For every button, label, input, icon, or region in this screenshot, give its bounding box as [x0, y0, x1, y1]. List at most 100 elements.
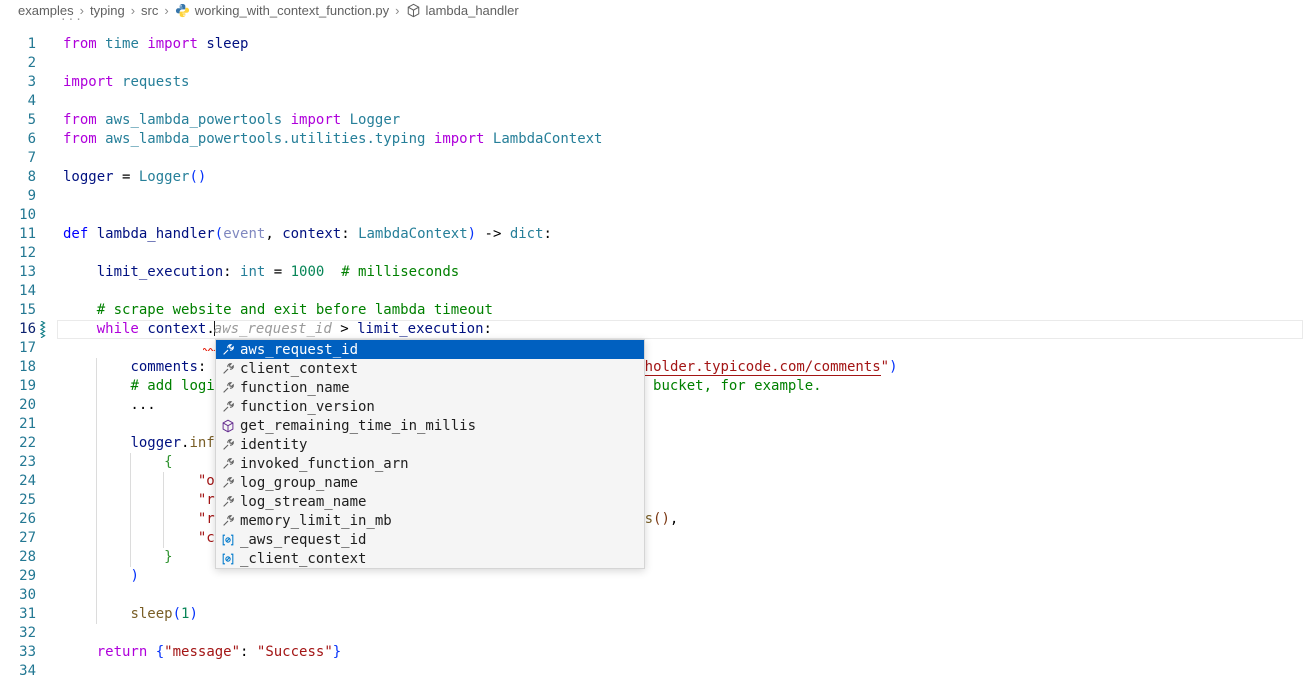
code-line-11[interactable]: 11def lambda_handler(event, context: Lam… [0, 225, 1303, 244]
line-content: ... [63, 397, 156, 413]
line-number-13[interactable]: 13 [0, 263, 36, 282]
code-line-23[interactable]: 23 { [0, 453, 1303, 472]
line-number-24[interactable]: 24 [0, 472, 36, 491]
indent-guide [96, 377, 97, 396]
code-line-12[interactable]: 12 [0, 244, 1303, 263]
line-number-34[interactable]: 34 [0, 662, 36, 681]
code-line-24[interactable]: 24 "operation": "scrape", [0, 472, 1303, 491]
line-number-33[interactable]: 33 [0, 643, 36, 662]
line-number-12[interactable]: 12 [0, 244, 36, 263]
line-number-19[interactable]: 19 [0, 377, 36, 396]
symbol-property-icon [220, 361, 236, 377]
line-number-15[interactable]: 15 [0, 301, 36, 320]
line-number-11[interactable]: 11 [0, 225, 36, 244]
suggestion-item-function_name[interactable]: function_name [216, 378, 644, 397]
line-number-7[interactable]: 7 [0, 149, 36, 168]
breadcrumb-item-typing[interactable]: typing [90, 3, 125, 18]
indent-guide [163, 472, 164, 491]
suggestion-item-get_remaining_time_in_millis[interactable]: get_remaining_time_in_millis [216, 416, 644, 435]
line-content: logger = Logger() [63, 169, 206, 185]
line-number-6[interactable]: 6 [0, 130, 36, 149]
line-number-16[interactable]: 16 [0, 320, 36, 339]
code-line-2[interactable]: 2 [0, 54, 1303, 73]
code-line-6[interactable]: 6from aws_lambda_powertools.utilities.ty… [0, 130, 1303, 149]
symbol-property-icon [220, 437, 236, 453]
suggestion-item-aws_request_id[interactable]: aws_request_id [216, 340, 644, 359]
code-line-22[interactable]: 22 logger.info( [0, 434, 1303, 453]
code-line-18[interactable]: 18 comments: requests.Response = request… [0, 358, 1303, 377]
code-line-3[interactable]: 3import requests [0, 73, 1303, 92]
indent-guide [96, 453, 97, 472]
suggestion-item-_client_context[interactable]: _client_context [216, 549, 644, 568]
line-number-17[interactable]: 17 [0, 339, 36, 358]
code-line-17[interactable]: 17 [0, 339, 1303, 358]
code-line-7[interactable]: 7 [0, 149, 1303, 168]
line-content: from aws_lambda_powertools import Logger [63, 112, 400, 128]
code-line-34[interactable]: 34 [0, 662, 1303, 681]
indent-guide [130, 453, 131, 472]
line-number-1[interactable]: 1 [0, 35, 36, 54]
code-line-16[interactable]: 16 while context.aws_request_id > limit_… [0, 320, 1303, 339]
code-line-13[interactable]: 13 limit_execution: int = 1000 # millise… [0, 263, 1303, 282]
line-number-28[interactable]: 28 [0, 548, 36, 567]
suggestion-label: function_version [240, 399, 375, 415]
breadcrumb-item-working-with-context-function-py[interactable]: working_with_context_function.py [175, 2, 389, 18]
line-number-5[interactable]: 5 [0, 111, 36, 130]
breadcrumb-item-src[interactable]: src [141, 3, 158, 18]
code-line-9[interactable]: 9 [0, 187, 1303, 206]
line-number-27[interactable]: 27 [0, 529, 36, 548]
code-line-28[interactable]: 28 } [0, 548, 1303, 567]
code-line-8[interactable]: 8 logger = Logger() [0, 168, 1303, 187]
code-line-33[interactable]: 33 return {"message": "Success"} [0, 643, 1303, 662]
suggestion-item-log_group_name[interactable]: log_group_name [216, 473, 644, 492]
suggestion-item-function_version[interactable]: function_version [216, 397, 644, 416]
code-line-19[interactable]: 19 # add logic here and save the scraped… [0, 377, 1303, 396]
indent-guide [96, 510, 97, 529]
line-number-10[interactable]: 10 [0, 206, 36, 225]
code-line-26[interactable]: 26 "remaining_time": context.get_remaini… [0, 510, 1303, 529]
line-number-4[interactable]: 4 [0, 92, 36, 111]
line-number-9[interactable]: 9 [0, 187, 36, 206]
breadcrumb-item-lambda-handler[interactable]: lambda_handler [405, 2, 518, 18]
line-content: while context.aws_request_id > limit_exe… [63, 321, 492, 337]
line-number-31[interactable]: 31 [0, 605, 36, 624]
line-number-22[interactable]: 22 [0, 434, 36, 453]
breadcrumb-separator: › [131, 3, 135, 18]
code-line-25[interactable]: 25 "request_id": context.aws_request_id, [0, 491, 1303, 510]
line-number-25[interactable]: 25 [0, 491, 36, 510]
line-number-8[interactable]: 8 [0, 168, 36, 187]
line-number-23[interactable]: 23 [0, 453, 36, 472]
suggestion-label: log_stream_name [240, 494, 366, 510]
code-line-30[interactable]: 30 [0, 586, 1303, 605]
line-number-14[interactable]: 14 [0, 282, 36, 301]
suggestion-item-client_context[interactable]: client_context [216, 359, 644, 378]
line-number-30[interactable]: 30 [0, 586, 36, 605]
line-number-32[interactable]: 32 [0, 624, 36, 643]
line-number-21[interactable]: 21 [0, 415, 36, 434]
line-number-26[interactable]: 26 [0, 510, 36, 529]
code-line-31[interactable]: 31 sleep(1) [0, 605, 1303, 624]
code-line-27[interactable]: 27 "comments": comments.json()[:2], [0, 529, 1303, 548]
line-number-18[interactable]: 18 [0, 358, 36, 377]
code-line-4[interactable]: 4 [0, 92, 1303, 111]
indent-guide [96, 586, 97, 605]
code-line-1[interactable]: 1from time import sleep [0, 35, 1303, 54]
line-number-29[interactable]: 29 [0, 567, 36, 586]
code-line-21[interactable]: 21 [0, 415, 1303, 434]
line-content: # scrape website and exit before lambda … [63, 302, 493, 318]
suggestion-item-memory_limit_in_mb[interactable]: memory_limit_in_mb [216, 511, 644, 530]
line-number-2[interactable]: 2 [0, 54, 36, 73]
line-number-20[interactable]: 20 [0, 396, 36, 415]
code-line-5[interactable]: 5 from aws_lambda_powertools import Logge… [0, 111, 1303, 130]
code-line-20[interactable]: 20 ... [0, 396, 1303, 415]
code-line-10[interactable]: 10 [0, 206, 1303, 225]
suggestion-item-_aws_request_id[interactable]: _aws_request_id [216, 530, 644, 549]
suggestion-item-identity[interactable]: identity [216, 435, 644, 454]
code-line-29[interactable]: 29 ) [0, 567, 1303, 586]
code-line-15[interactable]: 15 # scrape website and exit before lamb… [0, 301, 1303, 320]
line-number-3[interactable]: 3 [0, 73, 36, 92]
suggestion-item-log_stream_name[interactable]: log_stream_name [216, 492, 644, 511]
code-line-14[interactable]: 14 [0, 282, 1303, 301]
code-line-32[interactable]: 32 [0, 624, 1303, 643]
suggestion-item-invoked_function_arn[interactable]: invoked_function_arn [216, 454, 644, 473]
